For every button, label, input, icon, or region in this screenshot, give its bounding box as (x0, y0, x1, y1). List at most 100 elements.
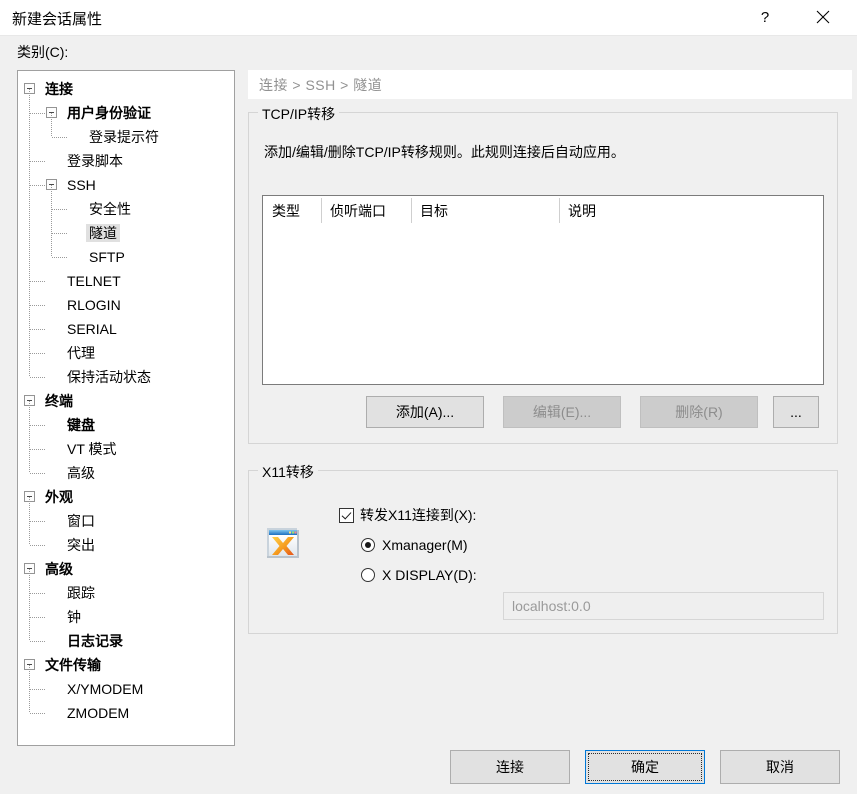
new-session-properties-dialog: 新建会话属性 ? 类别(C): 连接 用户身份验证 登录提示符 登录脚本 SSH 安全性隧… (0, 0, 857, 796)
tree-item-label: 文件传输 (45, 657, 101, 673)
xmanager-radio[interactable] (361, 538, 375, 552)
tree-guide-line (30, 689, 46, 690)
tree-item-13[interactable]: 终端 (18, 389, 234, 413)
tree-guide-line (30, 473, 46, 474)
tree-item-label: 安全性 (89, 201, 131, 217)
table-body[interactable] (263, 226, 823, 384)
tree-item-23[interactable]: 日志记录 (18, 629, 234, 653)
title-bar: 新建会话属性 ? (0, 0, 857, 36)
tree-item-label: X/YMODEM (67, 681, 144, 697)
tree-item-label: 高级 (67, 465, 95, 481)
tree-guide-line (29, 569, 30, 641)
ok-button[interactable]: 确定 (585, 750, 705, 784)
tree-item-label: 突出 (67, 537, 95, 553)
tree-item-0[interactable]: 连接 (18, 77, 234, 101)
tree-item-3[interactable]: 登录脚本 (18, 149, 234, 173)
tree-item-22[interactable]: 钟 (18, 605, 234, 629)
tree-guide-line (52, 233, 68, 234)
tree-guide-line (52, 257, 68, 258)
tcpip-description: 添加/编辑/删除TCP/IP转移规则。此规则连接后自动应用。 (264, 144, 625, 160)
xdisplay-radio[interactable] (361, 568, 375, 582)
tree-item-label: RLOGIN (67, 297, 121, 313)
window-title: 新建会话属性 (12, 11, 103, 28)
tree-guide-line (30, 377, 46, 378)
tree-guide-line (30, 521, 46, 522)
tree-item-18[interactable]: 窗口 (18, 509, 234, 533)
tree-guide-line (30, 713, 46, 714)
tree-item-16[interactable]: 高级 (18, 461, 234, 485)
tree-item-label: SERIAL (67, 321, 117, 337)
table-column-header[interactable]: 目标 (411, 196, 559, 226)
tree-item-19[interactable]: 突出 (18, 533, 234, 557)
category-label: 类别(C): (17, 44, 69, 60)
tree-guide-line (29, 497, 30, 545)
tree-guide-line (30, 329, 46, 330)
tree-item-label: ZMODEM (67, 705, 130, 721)
close-icon (816, 10, 830, 24)
forwarding-rules-table[interactable]: 类型 侦听端口 目标 说明 (262, 195, 824, 385)
tree-guide-line (29, 89, 30, 377)
tree-item-label: 用户身份验证 (67, 105, 151, 121)
x11-group-legend: X11转移 (258, 462, 318, 482)
tree-item-14[interactable]: 键盘 (18, 413, 234, 437)
table-header-row: 类型 侦听端口 目标 说明 (263, 196, 823, 226)
category-tree: 连接 用户身份验证 登录提示符 登录脚本 SSH 安全性 隧道 SFTP TELNET RLOGI… (18, 71, 234, 725)
tree-item-label: 隧道 (86, 224, 120, 242)
tree-guide-line (30, 353, 46, 354)
tree-item-label: 保持活动状态 (67, 369, 151, 385)
tree-guide-line (30, 641, 46, 642)
tree-item-9[interactable]: RLOGIN (18, 293, 234, 317)
connect-button[interactable]: 连接 (450, 750, 570, 784)
tree-item-25[interactable]: X/YMODEM (18, 677, 234, 701)
tree-item-12[interactable]: 保持活动状态 (18, 365, 234, 389)
tree-item-label: 钟 (67, 609, 81, 625)
tree-item-label: SSH (67, 177, 96, 193)
xdisplay-radio-row[interactable]: X DISPLAY(D): (361, 567, 477, 583)
table-column-header[interactable]: 类型 (263, 196, 321, 226)
tree-guide-line (30, 617, 46, 618)
xmanager-radio-row[interactable]: Xmanager(M) (361, 537, 468, 553)
forward-x11-checkbox-row[interactable]: 转发X11连接到(X): (339, 505, 476, 525)
tree-item-11[interactable]: 代理 (18, 341, 234, 365)
category-tree-panel[interactable]: 连接 用户身份验证 登录提示符 登录脚本 SSH 安全性 隧道 SFTP TELNET RLOGI… (17, 70, 235, 746)
tree-item-15[interactable]: VT 模式 (18, 437, 234, 461)
tree-guide-line (29, 401, 30, 473)
tree-guide-line (30, 281, 46, 282)
tree-item-label: 键盘 (67, 417, 95, 433)
table-column-header[interactable]: 说明 (559, 196, 823, 226)
tree-guide-line (30, 161, 46, 162)
delete-rule-button: 删除(R) (640, 396, 758, 428)
tree-item-8[interactable]: TELNET (18, 269, 234, 293)
xdisplay-input[interactable]: localhost:0.0 (503, 592, 824, 620)
cancel-button[interactable]: 取消 (720, 750, 840, 784)
breadcrumb: 连接 > SSH > 隧道 (248, 70, 852, 99)
edit-rule-button: 编辑(E)... (503, 396, 621, 428)
tree-item-26[interactable]: ZMODEM (18, 701, 234, 725)
xmanager-radio-label: Xmanager(M) (382, 537, 468, 553)
help-button[interactable]: ? (742, 0, 788, 34)
tree-guide-line (30, 425, 46, 426)
tree-item-17[interactable]: 外观 (18, 485, 234, 509)
tree-guide-line (30, 545, 46, 546)
more-options-button[interactable]: ... (773, 396, 819, 428)
tree-item-10[interactable]: SERIAL (18, 317, 234, 341)
question-mark-icon: ? (760, 8, 770, 26)
tree-item-21[interactable]: 跟踪 (18, 581, 234, 605)
tree-guide-line (30, 185, 46, 186)
tree-item-label: 高级 (45, 561, 73, 577)
tree-item-24[interactable]: 文件传输 (18, 653, 234, 677)
add-rule-button[interactable]: 添加(A)... (366, 396, 484, 428)
tree-item-label: 终端 (45, 393, 73, 409)
table-column-header[interactable]: 侦听端口 (321, 196, 411, 226)
tcpip-group-legend: TCP/IP转移 (258, 104, 340, 124)
tree-item-label: 日志记录 (67, 633, 123, 649)
close-button[interactable] (800, 0, 846, 34)
tree-item-20[interactable]: 高级 (18, 557, 234, 581)
forward-x11-label: 转发X11连接到(X): (360, 507, 477, 523)
tree-item-label: 连接 (45, 81, 73, 97)
footer-separator (0, 730, 857, 731)
forward-x11-checkbox[interactable] (339, 507, 354, 523)
xdisplay-radio-label: X DISPLAY(D): (382, 567, 477, 583)
tree-item-label: 代理 (67, 345, 95, 361)
tree-item-label: 窗口 (67, 513, 95, 529)
